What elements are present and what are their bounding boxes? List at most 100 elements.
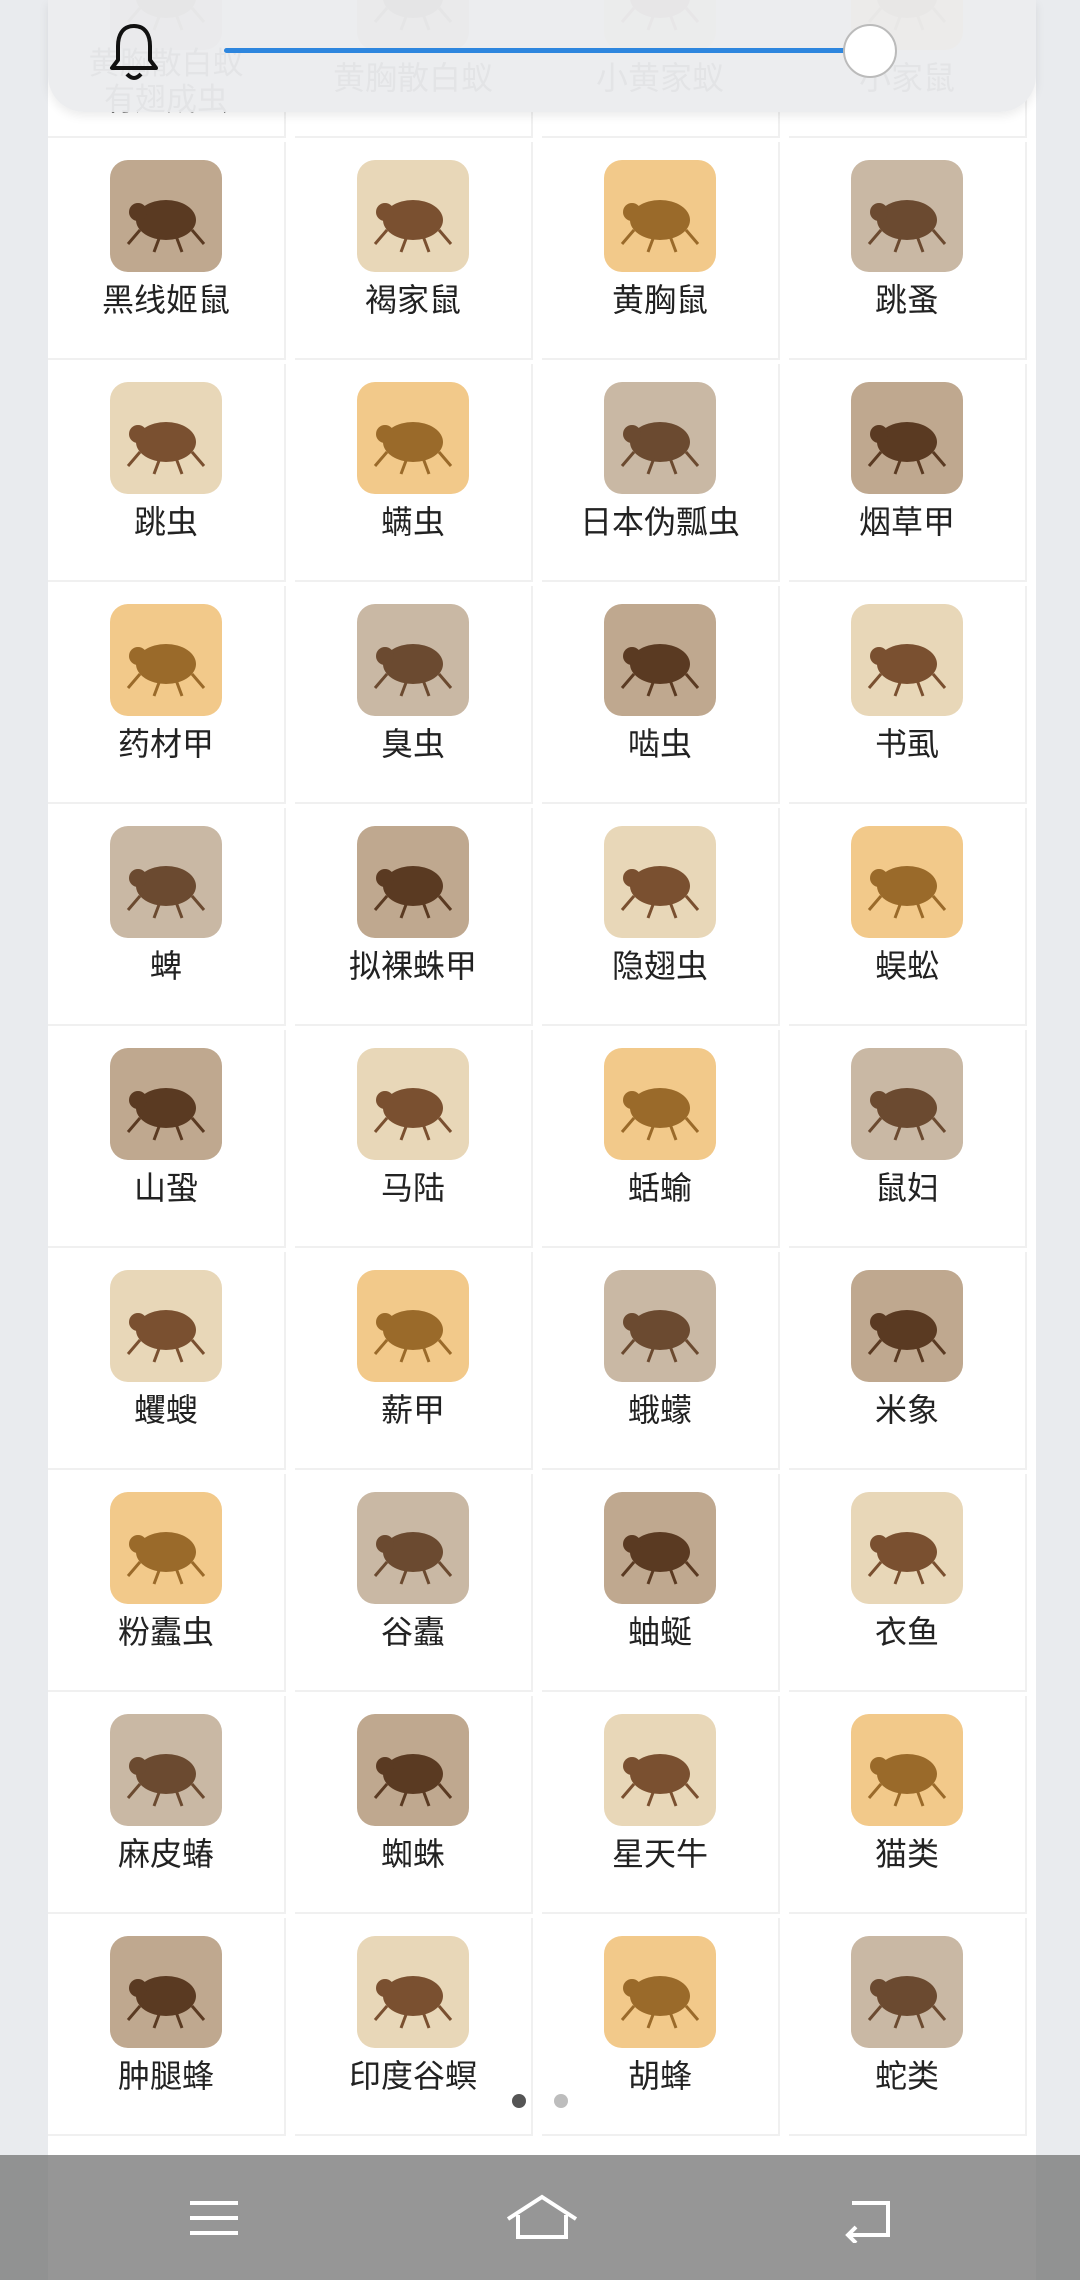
pest-thumbnail xyxy=(604,1270,716,1382)
pest-thumbnail xyxy=(357,1270,469,1382)
pest-label: 黑线姬鼠 xyxy=(101,281,230,319)
home-icon[interactable] xyxy=(504,2193,580,2243)
pest-item[interactable]: 蜈蚣 xyxy=(789,808,1027,1026)
pest-item[interactable]: 粉蠹虫 xyxy=(48,1474,286,1692)
pest-item[interactable]: 烟草甲 xyxy=(789,364,1027,582)
pest-item[interactable]: 日本伪瓢虫 xyxy=(542,364,780,582)
pest-label: 薪甲 xyxy=(380,1391,445,1429)
brightness-slider-track[interactable] xyxy=(224,48,852,53)
pest-item[interactable]: 螨虫 xyxy=(295,364,533,582)
pest-item[interactable]: 黄胸鼠 xyxy=(542,142,780,360)
pest-thumbnail xyxy=(851,826,963,938)
pest-label: 蜈蚣 xyxy=(874,947,939,985)
pest-thumbnail xyxy=(357,604,469,716)
pest-thumbnail xyxy=(110,1492,222,1604)
pest-thumbnail xyxy=(357,160,469,272)
pest-thumbnail xyxy=(357,826,469,938)
pest-label: 谷蠹 xyxy=(380,1613,445,1651)
pest-thumbnail xyxy=(604,1936,716,2048)
pest-thumbnail xyxy=(357,1492,469,1604)
pest-item[interactable]: 衣鱼 xyxy=(789,1474,1027,1692)
pest-item[interactable]: 蚰蜒 xyxy=(542,1474,780,1692)
pest-label: 跳蚤 xyxy=(874,281,939,319)
pest-item[interactable]: 蠼螋 xyxy=(48,1252,286,1470)
pest-thumbnail xyxy=(604,1714,716,1826)
pest-thumbnail xyxy=(110,1270,222,1382)
pest-thumbnail xyxy=(604,1492,716,1604)
pest-item[interactable]: 麻皮蝽 xyxy=(48,1696,286,1914)
pest-thumbnail xyxy=(604,1048,716,1160)
pest-item[interactable]: 马陆 xyxy=(295,1030,533,1248)
pest-label: 粉蠹虫 xyxy=(117,1613,214,1651)
pest-item[interactable]: 谷蠹 xyxy=(295,1474,533,1692)
pest-label: 书虱 xyxy=(874,725,939,763)
pest-label: 臭虫 xyxy=(380,725,445,763)
pest-thumbnail xyxy=(357,382,469,494)
pest-item[interactable]: 山蛩 xyxy=(48,1030,286,1248)
pest-thumbnail xyxy=(851,1270,963,1382)
pest-item[interactable]: 跳虫 xyxy=(48,364,286,582)
pest-thumbnail xyxy=(851,382,963,494)
bell-icon[interactable] xyxy=(104,20,164,84)
pest-item[interactable]: 啮虫 xyxy=(542,586,780,804)
pest-thumbnail xyxy=(357,1714,469,1826)
pest-label: 褐家鼠 xyxy=(364,281,461,319)
pest-item[interactable]: 药材甲 xyxy=(48,586,286,804)
pest-thumbnail xyxy=(851,1936,963,2048)
pest-label: 麻皮蝽 xyxy=(117,1835,214,1873)
pest-thumbnail xyxy=(851,1492,963,1604)
pest-label: 蜱 xyxy=(149,947,182,985)
brightness-slider-thumb[interactable] xyxy=(843,24,897,78)
notification-panel xyxy=(48,0,1036,112)
pest-thumbnail xyxy=(851,1714,963,1826)
pest-label: 马陆 xyxy=(380,1169,445,1207)
pest-label: 药材甲 xyxy=(117,725,214,763)
pest-label: 隐翅虫 xyxy=(611,947,708,985)
pest-label: 黄胸鼠 xyxy=(611,281,708,319)
pest-thumbnail xyxy=(110,382,222,494)
pest-item[interactable]: 隐翅虫 xyxy=(542,808,780,1026)
pest-thumbnail xyxy=(604,160,716,272)
pest-item[interactable]: 蜘蛛 xyxy=(295,1696,533,1914)
pest-thumbnail xyxy=(110,160,222,272)
pest-label: 跳虫 xyxy=(133,503,198,541)
system-nav-bar xyxy=(0,2155,1080,2280)
pest-thumbnail xyxy=(110,1714,222,1826)
pest-thumbnail xyxy=(851,1048,963,1160)
pest-label: 蜘蛛 xyxy=(380,1835,445,1873)
pest-label: 日本伪瓢虫 xyxy=(579,503,740,541)
pest-item[interactable]: 星天牛 xyxy=(542,1696,780,1914)
pest-thumbnail xyxy=(357,1048,469,1160)
pest-thumbnail xyxy=(851,604,963,716)
pest-item[interactable]: 蛞蝓 xyxy=(542,1030,780,1248)
pest-label: 啮虫 xyxy=(627,725,692,763)
pest-label: 蛞蝓 xyxy=(627,1169,692,1207)
page-dot-2[interactable] xyxy=(554,2094,568,2108)
pest-item[interactable]: 臭虫 xyxy=(295,586,533,804)
pest-thumbnail xyxy=(604,604,716,716)
pest-label: 烟草甲 xyxy=(858,503,955,541)
pest-item[interactable]: 书虱 xyxy=(789,586,1027,804)
pest-item[interactable]: 米象 xyxy=(789,1252,1027,1470)
pest-item[interactable]: 蛾蠓 xyxy=(542,1252,780,1470)
pest-item[interactable]: 拟裸蛛甲 xyxy=(295,808,533,1026)
pest-item[interactable]: 猫类 xyxy=(789,1696,1027,1914)
pest-label: 鼠妇 xyxy=(874,1169,939,1207)
page-indicator xyxy=(0,2090,1080,2110)
back-icon[interactable] xyxy=(838,2193,898,2243)
pest-item[interactable]: 薪甲 xyxy=(295,1252,533,1470)
pest-item[interactable]: 蜱 xyxy=(48,808,286,1026)
pest-thumbnail xyxy=(110,604,222,716)
pest-thumbnail xyxy=(110,826,222,938)
pest-item[interactable]: 鼠妇 xyxy=(789,1030,1027,1248)
pest-label: 蠼螋 xyxy=(133,1391,198,1429)
pest-label: 蛾蠓 xyxy=(627,1391,692,1429)
pest-thumbnail xyxy=(604,382,716,494)
pest-thumbnail xyxy=(604,826,716,938)
pest-item[interactable]: 黑线姬鼠 xyxy=(48,142,286,360)
pest-item[interactable]: 跳蚤 xyxy=(789,142,1027,360)
page-dot-1[interactable] xyxy=(512,2094,526,2108)
pest-item[interactable]: 褐家鼠 xyxy=(295,142,533,360)
menu-icon[interactable] xyxy=(184,2193,244,2243)
pest-label: 猫类 xyxy=(874,1835,939,1873)
